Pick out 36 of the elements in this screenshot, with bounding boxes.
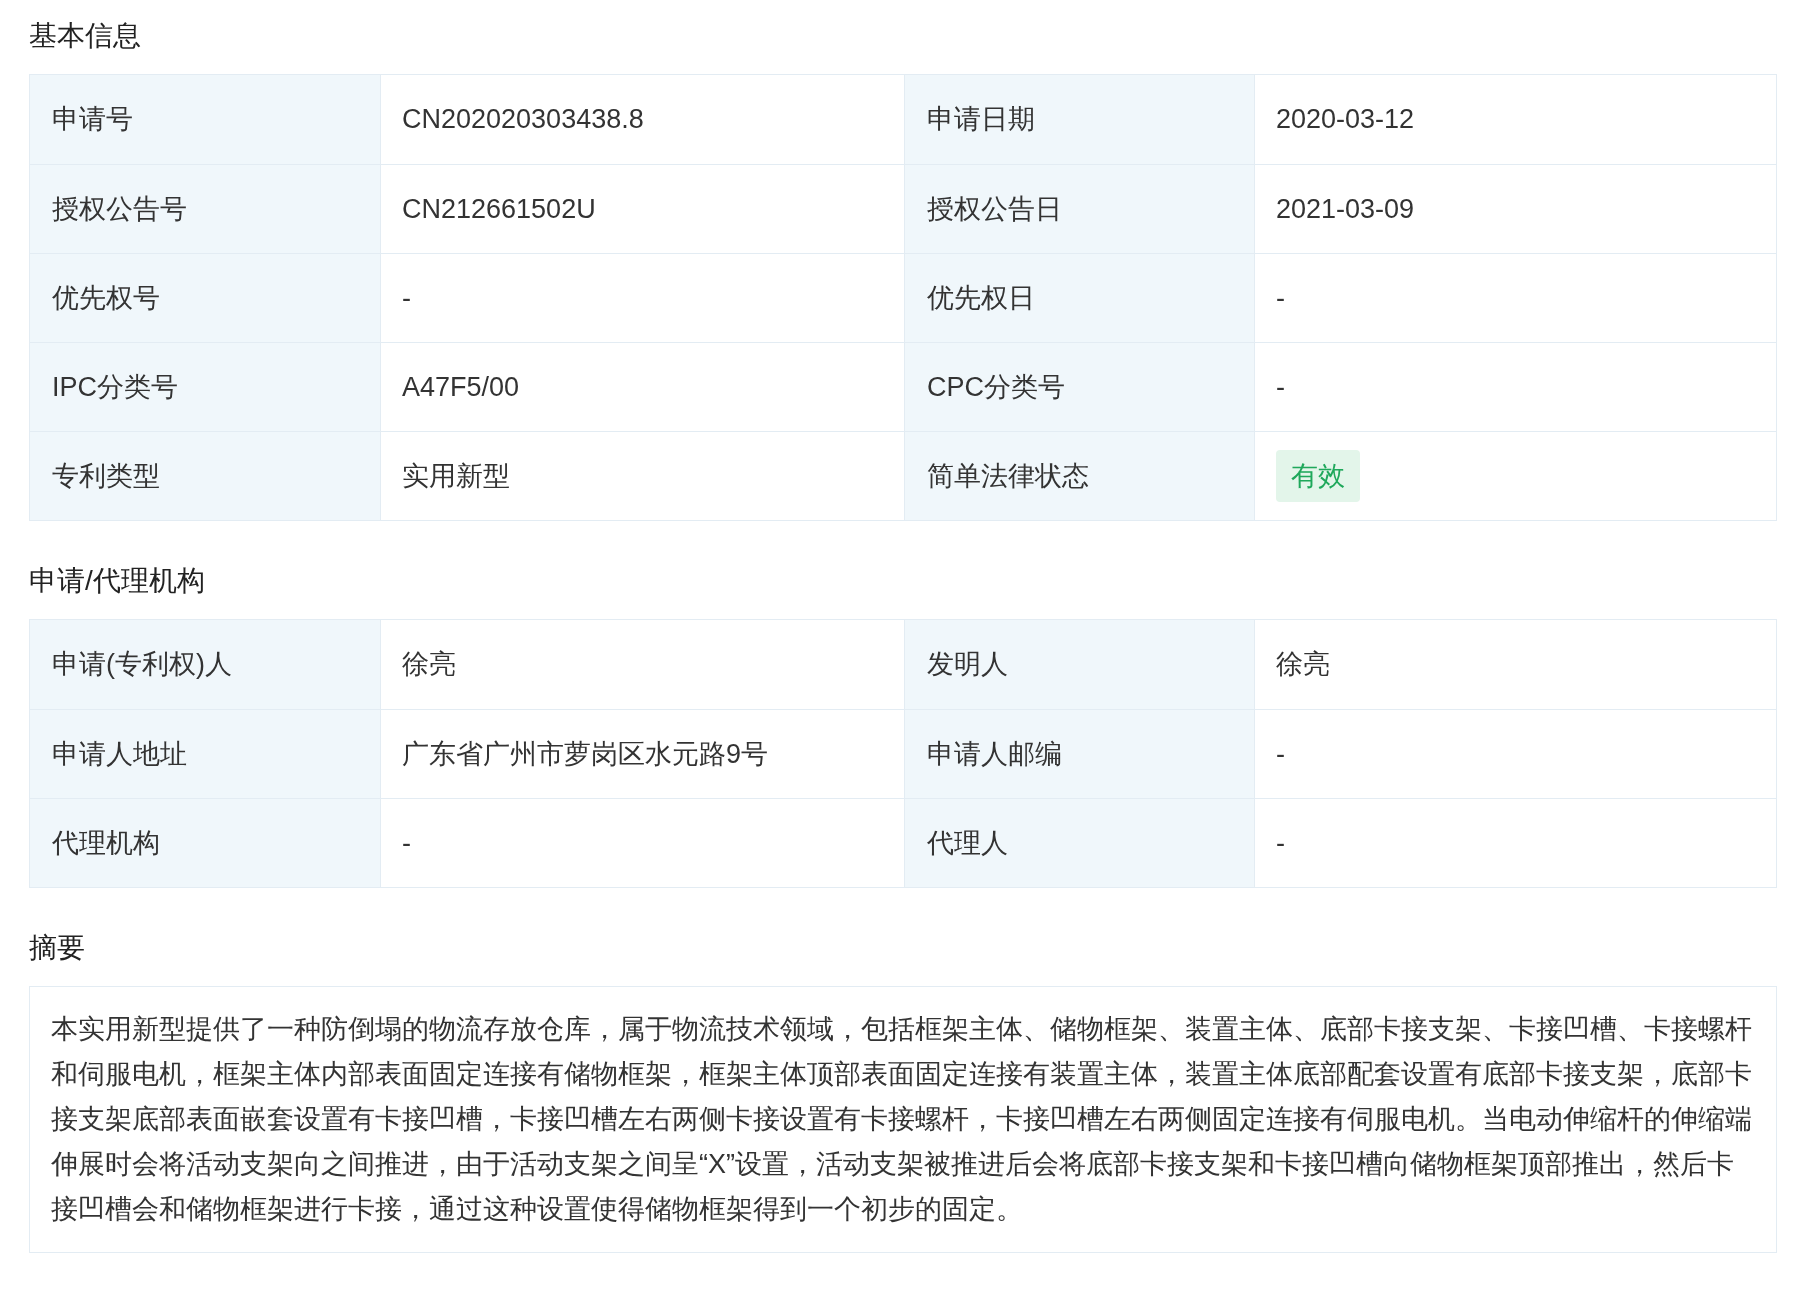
field-label: CPC分类号 — [927, 370, 1065, 404]
field-value: - — [1276, 370, 1285, 404]
field-label: 申请(专利权)人 — [52, 648, 232, 682]
field-value: 2021-03-09 — [1276, 192, 1415, 226]
field-value: CN202020303438.8 — [402, 103, 644, 137]
section-title: 申请/代理机构 — [29, 564, 205, 598]
field-value: - — [402, 281, 411, 315]
field-label: 授权公告号 — [52, 192, 187, 226]
field-value: CN212661502U — [402, 192, 596, 226]
field-label: 申请号 — [52, 103, 133, 137]
field-value: 徐亮 — [1276, 648, 1330, 682]
field-value: 广东省广州市萝岗区水元路9号 — [402, 737, 769, 771]
section-title: 基本信息 — [29, 19, 141, 53]
field-label: 代理人 — [927, 826, 1008, 860]
field-label: 代理机构 — [52, 826, 160, 860]
field-label: 专利类型 — [52, 459, 160, 493]
field-value: - — [1276, 737, 1285, 771]
field-value: - — [1276, 281, 1285, 315]
field-label: 授权公告日 — [927, 192, 1062, 226]
field-label: 优先权号 — [52, 281, 160, 315]
field-label: 申请日期 — [927, 103, 1035, 137]
field-value: 徐亮 — [402, 648, 456, 682]
status-badge: 有效 — [1276, 449, 1360, 503]
field-label: 简单法律状态 — [927, 459, 1089, 493]
field-label: IPC分类号 — [52, 370, 178, 404]
field-label: 发明人 — [927, 648, 1008, 682]
field-value: - — [1276, 826, 1285, 860]
field-value: - — [402, 826, 411, 860]
section-title: 摘要 — [29, 931, 85, 965]
field-value: 实用新型 — [402, 459, 510, 493]
field-label: 申请人地址 — [52, 737, 187, 771]
abstract-text: 本实用新型提供了一种防倒塌的物流存放仓库，属于物流技术领域，包括框架主体、储物框架、装置主体、底部卡接支架、卡接凹槽、卡接螺杆和伺服电机，框架主体内部表面固定连接有储物框架，框架主体顶部表面固定连接有装置主体，装置主体底部配套设置有底部卡接支架，底部卡接支架底部表面嵌套设置有卡接凹槽，卡接凹槽左右两侧卡接设置有卡接螺杆，卡接凹槽左右两侧固定连接有伺服电机。当电动伸缩杆的伸缩端伸展时会将活动支架向之间推进，由于活动支架之间呈“X”设置，活动支架被推进后会将底部卡接支架和卡接凹槽向储物框架顶部推出，然后卡接凹槽会和储物框架进行卡接，通过这种设置使得储物框架得到一个初步的固定。 — [51, 1013, 1753, 1226]
field-label: 优先权日 — [927, 281, 1035, 315]
field-value: 2020-03-12 — [1276, 103, 1415, 137]
field-value: A47F5/00 — [402, 370, 520, 404]
field-label: 申请人邮编 — [927, 737, 1062, 771]
